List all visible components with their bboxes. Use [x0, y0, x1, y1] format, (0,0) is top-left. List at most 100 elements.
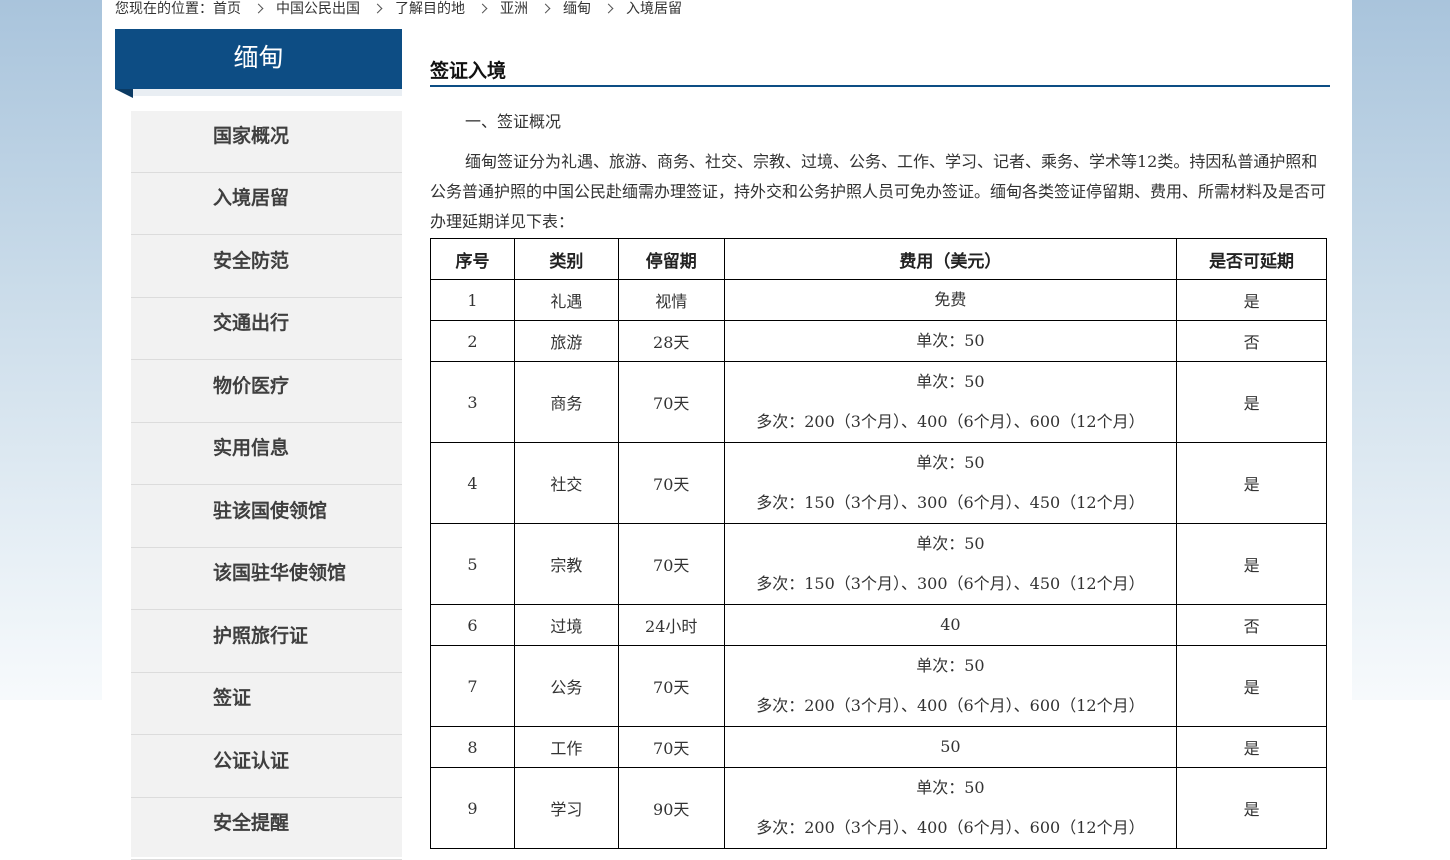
- sidebar-item-embassy-in-country[interactable]: 驻该国使领馆: [131, 486, 402, 548]
- breadcrumb-entry-residence[interactable]: 入境居留: [626, 1, 682, 17]
- table-header-row: 序号 类别 停留期 费用（美元） 是否可延期: [430, 238, 1327, 280]
- sidebar-item-notarization[interactable]: 公证认证: [131, 736, 402, 798]
- breadcrumb-destinations[interactable]: 了解目的地: [395, 1, 465, 17]
- breadcrumb: 您现在的位置：首页 中国公民出国 了解目的地 亚洲 缅甸 入境居留: [115, 0, 682, 20]
- cell-stay: 90天: [617, 767, 725, 849]
- breadcrumb-citizens-abroad[interactable]: 中国公民出国: [276, 1, 360, 17]
- chevron-right-icon: [253, 3, 264, 13]
- cell-stay: 70天: [617, 361, 725, 443]
- table-row: 8 工作 70天 50 是: [430, 726, 1327, 768]
- cell-no: 8: [430, 726, 515, 768]
- cell-fee: 单次：50 多次：150（3个月）、300（6个月）、450（12个月）: [723, 442, 1178, 524]
- fee-line: 50: [940, 737, 961, 756]
- cell-extension: 是: [1176, 442, 1327, 524]
- cell-type: 过境: [513, 604, 619, 646]
- table-row: 5 宗教 70天 单次：50 多次：150（3个月）、300（6个月）、450（1…: [430, 523, 1327, 605]
- cell-extension: 是: [1176, 361, 1327, 443]
- cell-fee: 单次：50 多次：150（3个月）、300（6个月）、450（12个月）: [723, 523, 1178, 605]
- cell-type: 旅游: [513, 320, 619, 362]
- sidebar-item-safety[interactable]: 安全防范: [131, 236, 402, 298]
- cell-fee: 50: [723, 726, 1178, 768]
- cell-no: 3: [430, 361, 515, 443]
- sidebar-item-transport[interactable]: 交通出行: [131, 298, 402, 360]
- column-header: 停留期: [617, 238, 725, 280]
- sidebar-header: 缅甸: [115, 29, 402, 89]
- sidebar-item-practical-info[interactable]: 实用信息: [131, 423, 402, 485]
- fee-line: 单次：50: [916, 372, 985, 391]
- fee-line: 多次：150（3个月）、300（6个月）、450（12个月）: [756, 574, 1145, 593]
- sidebar-item-label: 安全防范: [213, 250, 290, 272]
- cell-no: 1: [430, 279, 515, 321]
- intro-paragraph: 缅甸签证分为礼遇、旅游、商务、社交、宗教、过境、公务、工作、学习、记者、乘务、学…: [430, 152, 1327, 231]
- cell-extension: 是: [1176, 767, 1327, 849]
- sidebar-item-label: 护照旅行证: [213, 625, 309, 647]
- cell-type: 礼遇: [513, 279, 619, 321]
- cell-extension: 否: [1176, 604, 1327, 646]
- cell-type: 工作: [513, 726, 619, 768]
- cell-stay: 24小时: [617, 604, 725, 646]
- cell-stay: 70天: [617, 523, 725, 605]
- table-row: 3 商务 70天 单次：50 多次：200（3个月）、400（6个月）、600（1…: [430, 361, 1327, 443]
- sidebar-item-country-overview[interactable]: 国家概况: [131, 111, 402, 173]
- sidebar-item-label: 实用信息: [213, 437, 290, 459]
- visa-table: 序号 类别 停留期 费用（美元） 是否可延期 1 礼遇 视情 免费 是 2 旅游: [430, 238, 1327, 849]
- cell-type: 宗教: [513, 523, 619, 605]
- column-header: 是否可延期: [1176, 238, 1327, 280]
- cell-fee: 单次：50 多次：200（3个月）、400（6个月）、600（12个月）: [723, 361, 1178, 443]
- cell-type: 商务: [513, 361, 619, 443]
- sidebar-item-label: 国家概况: [213, 125, 290, 147]
- cell-stay: 70天: [617, 726, 725, 768]
- sidebar-item-label: 入境居留: [213, 187, 290, 209]
- cell-type: 公务: [513, 645, 619, 727]
- fee-line: 单次：50: [916, 778, 985, 797]
- cell-extension: 是: [1176, 523, 1327, 605]
- sidebar-item-safety-alerts[interactable]: 安全提醒: [131, 798, 402, 860]
- sidebar-nav: 国家概况 入境居留 安全防范 交通出行 物价医疗 实用信息 驻该国使领馆 该国驻…: [131, 111, 402, 860]
- chevron-right-icon: [603, 3, 614, 13]
- fee-line: 单次：50: [916, 453, 985, 472]
- table-row: 9 学习 90天 单次：50 多次：200（3个月）、400（6个月）、600（1…: [430, 767, 1327, 849]
- cell-no: 5: [430, 523, 515, 605]
- cell-stay: 28天: [617, 320, 725, 362]
- fee-line: 免费: [934, 290, 967, 309]
- fee-line: 多次：200（3个月）、400（6个月）、600（12个月）: [756, 818, 1145, 837]
- sidebar-title: 缅甸: [233, 43, 284, 72]
- cell-stay: 视情: [617, 279, 725, 321]
- column-header: 费用（美元）: [723, 238, 1178, 280]
- breadcrumb-asia[interactable]: 亚洲: [500, 1, 528, 17]
- section-title: 签证入境: [430, 55, 1330, 87]
- cell-type: 社交: [513, 442, 619, 524]
- cell-extension: 是: [1176, 279, 1327, 321]
- cell-fee: 40: [723, 604, 1178, 646]
- sidebar-header-divider: [133, 89, 402, 96]
- cell-extension: 否: [1176, 320, 1327, 362]
- sidebar-header-fold: [115, 89, 133, 98]
- cell-extension: 是: [1176, 726, 1327, 768]
- section-title-text: 签证入境: [430, 60, 507, 82]
- cell-no: 7: [430, 645, 515, 727]
- chevron-right-icon: [477, 3, 488, 13]
- sidebar-item-label: 该国驻华使领馆: [213, 562, 347, 584]
- chevron-right-icon: [540, 3, 551, 13]
- sidebar-item-entry-residence[interactable]: 入境居留: [131, 173, 402, 235]
- table-row: 4 社交 70天 单次：50 多次：150（3个月）、300（6个月）、450（1…: [430, 442, 1327, 524]
- fee-line: 单次：50: [916, 534, 985, 553]
- chevron-right-icon: [372, 3, 383, 13]
- breadcrumb-home[interactable]: 首页: [213, 1, 241, 17]
- sidebar-item-prices-medical[interactable]: 物价医疗: [131, 361, 402, 423]
- fee-line: 多次：200（3个月）、400（6个月）、600（12个月）: [756, 696, 1145, 715]
- page-background-right: [1352, 0, 1450, 700]
- breadcrumb-myanmar[interactable]: 缅甸: [563, 1, 591, 17]
- cell-no: 4: [430, 442, 515, 524]
- cell-fee: 单次：50 多次：200（3个月）、400（6个月）、600（12个月）: [723, 767, 1178, 849]
- table-row: 2 旅游 28天 单次：50 否: [430, 320, 1327, 362]
- fee-line: 单次：50: [916, 331, 985, 350]
- sidebar-item-label: 交通出行: [213, 312, 290, 334]
- sidebar-item-visa[interactable]: 签证: [131, 673, 402, 735]
- sidebar-item-embassy-in-china[interactable]: 该国驻华使领馆: [131, 548, 402, 610]
- column-header: 类别: [513, 238, 619, 280]
- cell-fee: 单次：50: [723, 320, 1178, 362]
- sidebar-item-passport[interactable]: 护照旅行证: [131, 611, 402, 673]
- cell-no: 6: [430, 604, 515, 646]
- subheading: 一、签证概况: [465, 112, 562, 131]
